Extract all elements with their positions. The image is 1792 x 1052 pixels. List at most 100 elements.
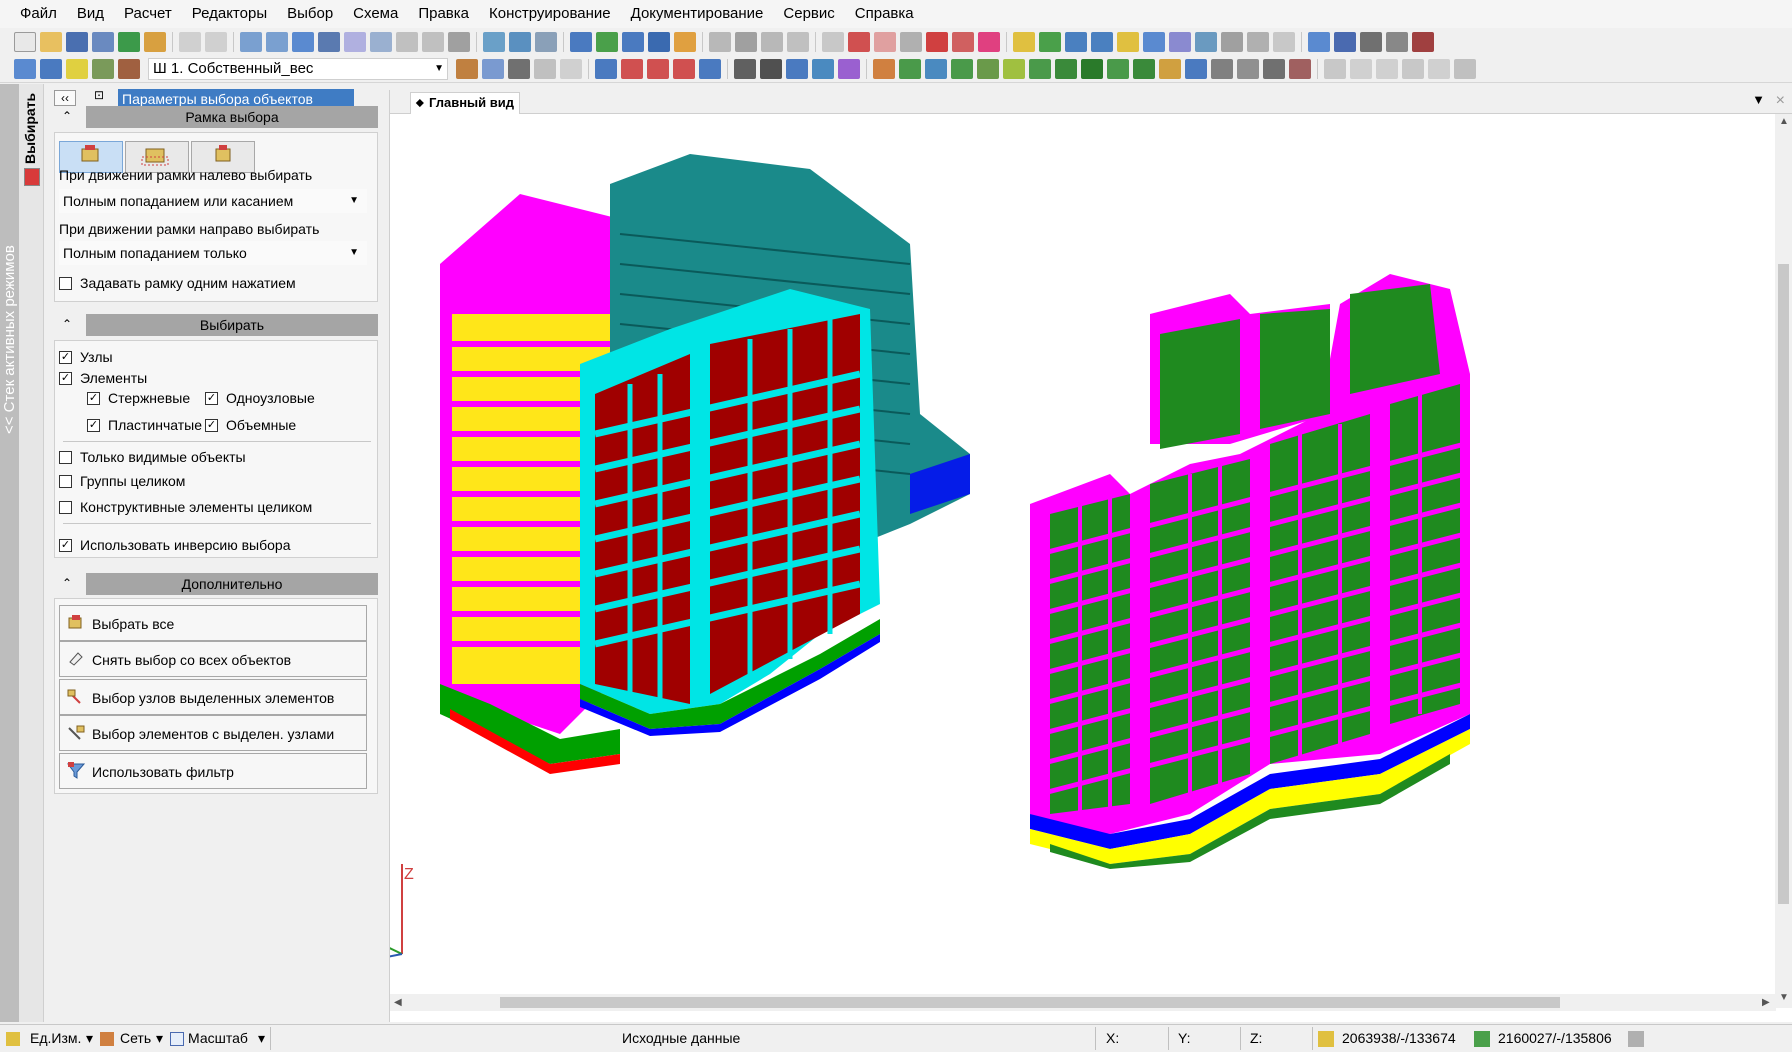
- section-frame-header[interactable]: ⌃ Рамка выбора: [54, 106, 378, 128]
- main-viewport[interactable]: ⬥ Главный вид ▼ × Z ▲ ▼ ◀ ▶: [389, 90, 1792, 1022]
- chevron-down-icon[interactable]: ▼: [349, 189, 359, 213]
- person-icon[interactable]: [873, 58, 895, 79]
- single-node-checkbox[interactable]: ✓ Одноузловые: [205, 390, 315, 406]
- menu-editors[interactable]: Редакторы: [182, 0, 277, 28]
- select-icon[interactable]: [848, 32, 870, 52]
- use-filter-button[interactable]: Использовать фильтр: [59, 753, 367, 789]
- diagram-icon[interactable]: [596, 32, 618, 52]
- mode-tab-select[interactable]: Выбирать: [22, 88, 38, 164]
- star-icon[interactable]: [1003, 58, 1025, 79]
- surface-icon[interactable]: [1133, 58, 1155, 79]
- checkbox-box[interactable]: [59, 450, 72, 464]
- checkbox-box[interactable]: ✓: [205, 391, 218, 405]
- pin-icon[interactable]: [1211, 58, 1233, 79]
- view-3d-icon[interactable]: [483, 32, 505, 52]
- menu-scheme[interactable]: Схема: [343, 0, 408, 28]
- export-icon[interactable]: [118, 32, 140, 52]
- frame-icon[interactable]: [535, 32, 557, 52]
- list-icon[interactable]: [1247, 32, 1269, 52]
- cylinder-icon[interactable]: [1107, 58, 1129, 79]
- elements-checkbox[interactable]: ✓ Элементы: [59, 370, 147, 386]
- new-file-icon[interactable]: [14, 32, 36, 52]
- frame-right-select[interactable]: Полным попаданием только ▼: [59, 241, 367, 265]
- grid-button[interactable]: Сеть: [120, 1025, 151, 1052]
- stiffness-icon[interactable]: [1117, 32, 1139, 52]
- copy-icon[interactable]: [822, 32, 844, 52]
- model-3d-view[interactable]: Z X Y: [390, 114, 1776, 994]
- chevron-down-icon[interactable]: ▾: [258, 1025, 265, 1052]
- inversion-checkbox[interactable]: ✓ Использовать инверсию выбора: [59, 537, 290, 553]
- show-icon[interactable]: [448, 32, 470, 52]
- lock-icon[interactable]: [1628, 1031, 1644, 1047]
- resize-icon[interactable]: [1428, 58, 1450, 79]
- one-click-checkbox[interactable]: Задавать рамку одним нажатием: [59, 275, 296, 291]
- collapse-button[interactable]: ‹‹: [54, 90, 76, 106]
- checkbox-box[interactable]: ✓: [59, 371, 72, 385]
- split-icon[interactable]: [1185, 58, 1207, 79]
- checkbox-box[interactable]: ✓: [59, 538, 72, 552]
- zoom-out-icon[interactable]: [266, 32, 288, 52]
- polygon-icon[interactable]: [66, 58, 88, 79]
- checkbox-box[interactable]: [59, 500, 72, 514]
- building-right[interactable]: [1030, 274, 1470, 869]
- node-add-icon[interactable]: [977, 58, 999, 79]
- draw-solid-icon[interactable]: [787, 32, 809, 52]
- scale-icon[interactable]: [170, 1032, 184, 1046]
- volume-checkbox[interactable]: ✓ Объемные: [205, 417, 296, 433]
- frame-left-select[interactable]: Полным попаданием или касанием ▼: [59, 189, 367, 213]
- select-nodes-button[interactable]: Выбор узлов выделенных элементов: [59, 679, 367, 715]
- scroll-right-icon[interactable]: ▶: [1762, 997, 1770, 1008]
- menu-design[interactable]: Конструирование: [479, 0, 621, 28]
- scroll-thumb[interactable]: [1778, 264, 1789, 904]
- measure-icon[interactable]: [925, 58, 947, 79]
- mesh-icon[interactable]: [1065, 32, 1087, 52]
- marker-icon[interactable]: [926, 32, 948, 52]
- move-icon[interactable]: [621, 58, 643, 79]
- nodes-checkbox[interactable]: ✓ Узлы: [59, 349, 113, 365]
- grid-icon[interactable]: [1091, 32, 1113, 52]
- menu-edit[interactable]: Правка: [408, 0, 479, 28]
- draw-bar-icon[interactable]: [735, 32, 757, 52]
- save-icon[interactable]: [66, 32, 88, 52]
- scroll-left-icon[interactable]: ◀: [394, 997, 402, 1008]
- stress-icon[interactable]: [1237, 58, 1259, 79]
- rotate-icon[interactable]: [344, 32, 366, 52]
- load-icon[interactable]: [118, 58, 140, 79]
- menu-documentation[interactable]: Документирование: [621, 0, 774, 28]
- frame-grid-icon[interactable]: [1159, 58, 1181, 79]
- redo-icon[interactable]: [205, 32, 227, 52]
- mosaic-icon[interactable]: [674, 32, 696, 52]
- close-window-icon[interactable]: [1454, 58, 1476, 79]
- close-icon[interactable]: [1273, 32, 1295, 52]
- render-icon[interactable]: [509, 32, 531, 52]
- load-delete-icon[interactable]: [560, 58, 582, 79]
- chart-icon[interactable]: [570, 32, 592, 52]
- chevron-down-icon[interactable]: ▼: [434, 59, 444, 79]
- scroll-up-icon[interactable]: ▲: [1779, 116, 1789, 127]
- tab-main-view[interactable]: ⬥ Главный вид: [410, 92, 520, 114]
- scroll-thumb[interactable]: [500, 997, 1560, 1008]
- select-mode-icon[interactable]: [24, 168, 40, 186]
- hide-icon[interactable]: [422, 32, 444, 52]
- vertical-scrollbar[interactable]: ▲ ▼: [1775, 114, 1792, 1008]
- table-icon[interactable]: [622, 32, 644, 52]
- menu-file[interactable]: Файл: [10, 0, 67, 28]
- load-edit-icon[interactable]: [482, 58, 504, 79]
- checkbox-box[interactable]: [59, 474, 72, 488]
- support-icon[interactable]: [786, 58, 808, 79]
- section-select-header[interactable]: ⌃ Выбирать: [54, 314, 378, 336]
- menu-service[interactable]: Сервис: [773, 0, 844, 28]
- groups-checkbox[interactable]: Группы целиком: [59, 473, 185, 489]
- spiral-icon[interactable]: [1221, 32, 1243, 52]
- window-icon[interactable]: [1402, 58, 1424, 79]
- load-case-select[interactable]: Ш 1. Собственный_вес ▼: [148, 57, 448, 80]
- units-button[interactable]: Ед.Изм.: [30, 1025, 81, 1052]
- node-load-icon[interactable]: [508, 58, 530, 79]
- chevron-up-icon[interactable]: ⌃: [62, 109, 72, 123]
- model-icon[interactable]: [92, 58, 114, 79]
- menu-help[interactable]: Справка: [845, 0, 924, 28]
- plate-green-icon[interactable]: [1055, 58, 1077, 79]
- checkbox-box[interactable]: ✓: [87, 391, 100, 405]
- constructive-checkbox[interactable]: Конструктивные элементы целиком: [59, 499, 312, 515]
- building-left-cyan[interactable]: [580, 289, 880, 736]
